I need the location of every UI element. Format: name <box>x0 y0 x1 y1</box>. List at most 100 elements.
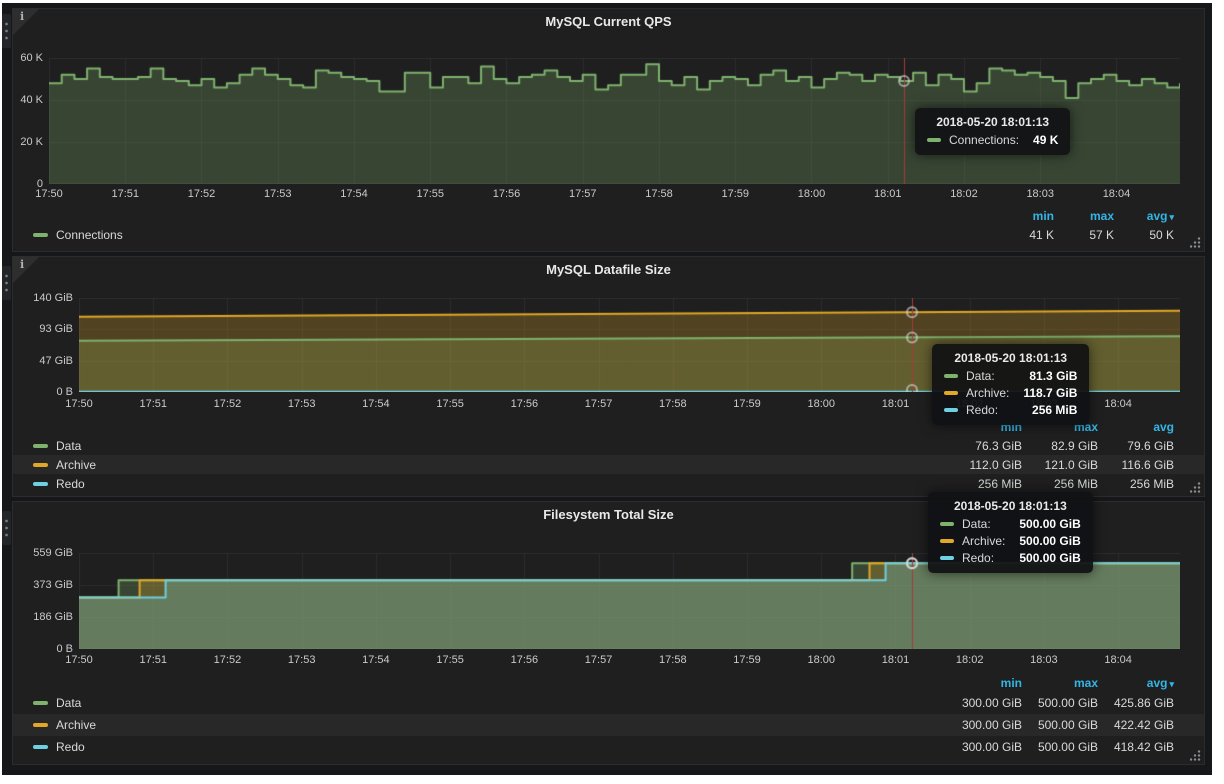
x-tick-label: 17:59 <box>713 187 757 201</box>
series-color-dash-icon <box>33 745 48 749</box>
panel-drag-handle[interactable] <box>2 511 11 545</box>
x-tick-label: 18:04 <box>1096 653 1140 667</box>
legend-series-label: Archive <box>56 718 96 732</box>
tooltip-series-label: Archive: <box>962 534 1005 548</box>
legend-stat-value: 300.00 GiB <box>946 696 1022 710</box>
x-tick-label: 17:51 <box>103 187 147 201</box>
tooltip-timestamp: 2018-05-20 18:01:13 <box>940 499 1081 513</box>
x-tick-label: 17:53 <box>280 653 324 667</box>
tooltip-series-value: 500.00 GiB <box>1019 517 1080 531</box>
tooltip-timestamp: 2018-05-20 18:01:13 <box>927 115 1058 129</box>
x-tick-label: 17:56 <box>484 187 528 201</box>
legend: minmaxavg▾Data300.00 GiB500.00 GiB425.86… <box>13 674 1204 758</box>
legend-series-toggle[interactable]: Data <box>13 439 81 453</box>
legend-series-toggle[interactable]: Archive <box>13 718 96 732</box>
legend-stat-value: 425.86 GiB <box>1098 696 1174 710</box>
x-tick-label: 17:51 <box>131 653 175 667</box>
tooltip-series-value: 118.7 GiB <box>1023 386 1077 400</box>
series-color-dash-icon <box>944 408 958 412</box>
x-tick-label: 17:54 <box>354 653 398 667</box>
x-tick-label: 17:55 <box>428 653 472 667</box>
legend-series-label: Data <box>56 439 81 453</box>
y-tick-label: 373 GiB <box>13 578 73 592</box>
tooltip-series-row: Redo:256 MiB <box>944 403 1077 417</box>
y-tick-label: 60 K <box>13 51 43 65</box>
tooltip-series-label: Redo: <box>966 403 998 417</box>
y-tick-label: 93 GiB <box>13 322 73 336</box>
tooltip-qps: 2018-05-20 18:01:13 Connections:49 K <box>915 108 1070 155</box>
legend-stat-sort-max[interactable]: max <box>1022 674 1098 692</box>
legend-stat-sort-max[interactable]: max <box>1054 207 1114 225</box>
y-tick-label: 186 GiB <box>13 610 73 624</box>
legend-stat-sort-min[interactable]: min <box>946 674 1022 692</box>
legend-stat-sort-min[interactable]: min <box>994 207 1054 225</box>
legend-stat-value: 79.6 GiB <box>1098 439 1174 453</box>
series-color-dash-icon <box>944 374 958 378</box>
legend-series-toggle[interactable]: Redo <box>13 477 85 491</box>
x-tick-label: 18:01 <box>866 187 910 201</box>
legend-stat-value: 500.00 GiB <box>1022 696 1098 710</box>
tooltip-datafile-size: 2018-05-20 18:01:13 Data:81.3 GiBArchive… <box>932 344 1089 425</box>
x-tick-label: 18:03 <box>1022 653 1066 667</box>
legend-series-toggle[interactable]: Archive <box>13 458 96 472</box>
panel-title[interactable]: MySQL Datafile Size <box>13 262 1204 277</box>
tooltip-series-row: Data:81.3 GiB <box>944 369 1077 383</box>
legend-series-toggle[interactable]: Redo <box>13 740 85 754</box>
legend-stat-value: 76.3 GiB <box>946 439 1022 453</box>
legend-stat-value: 422.42 GiB <box>1098 718 1174 732</box>
tooltip-timestamp: 2018-05-20 18:01:13 <box>944 351 1077 365</box>
legend-stat-value: 41 K <box>994 228 1054 242</box>
legend-stat-sort-avg[interactable]: avg▾ <box>1114 207 1174 225</box>
legend-stat-value: 82.9 GiB <box>1022 439 1098 453</box>
x-tick-label: 18:00 <box>799 397 843 411</box>
legend-stat-sort-avg[interactable]: avg <box>1098 418 1174 436</box>
legend-stat-value: 418.42 GiB <box>1098 740 1174 754</box>
legend-stat-value: 500.00 GiB <box>1022 740 1098 754</box>
series-color-dash-icon <box>940 556 954 560</box>
legend-stat-value: 500.00 GiB <box>1022 718 1098 732</box>
x-tick-label: 17:50 <box>57 397 101 411</box>
panel-drag-handle[interactable] <box>2 266 11 300</box>
x-tick-label: 18:02 <box>942 187 986 201</box>
x-tick-label: 17:56 <box>502 397 546 411</box>
panel-resize-handle[interactable] <box>1190 482 1201 493</box>
legend-stat-value: 57 K <box>1054 228 1114 242</box>
legend-series-label: Redo <box>56 740 85 754</box>
tooltip-series-row: Redo:500.00 GiB <box>940 551 1081 565</box>
series-color-dash-icon <box>33 701 48 705</box>
x-tick-label: 17:57 <box>577 397 621 411</box>
x-tick-label: 17:53 <box>256 187 300 201</box>
legend-series-toggle[interactable]: Data <box>13 696 81 710</box>
series-color-dash-icon <box>33 482 48 486</box>
series-color-dash-icon <box>940 539 954 543</box>
panel-resize-handle[interactable] <box>1190 750 1201 761</box>
series-color-dash-icon <box>33 233 48 237</box>
legend-stats-header: minmaxavg▾ <box>13 207 1204 225</box>
panel-drag-handle[interactable] <box>2 14 11 48</box>
legend-series-toggle[interactable]: Connections <box>13 228 123 242</box>
x-tick-label: 17:50 <box>27 187 71 201</box>
y-tick-label: 140 GiB <box>13 291 73 305</box>
x-tick-label: 17:52 <box>205 397 249 411</box>
legend-row: Archive112.0 GiB121.0 GiB116.6 GiB <box>13 455 1204 474</box>
legend-row: Archive300.00 GiB500.00 GiB422.42 GiB <box>13 714 1204 736</box>
series-color-dash-icon <box>944 391 958 395</box>
legend-stat-value: 300.00 GiB <box>946 740 1022 754</box>
x-tick-label: 18:02 <box>948 653 992 667</box>
series-color-dash-icon <box>927 138 941 142</box>
tooltip-series-value: 500.00 GiB <box>1019 534 1080 548</box>
x-tick-label: 18:04 <box>1096 397 1140 411</box>
x-tick-label: 18:00 <box>789 187 833 201</box>
legend-series-label: Connections <box>56 228 123 242</box>
tooltip-series-value: 49 K <box>1033 133 1058 147</box>
panel-title[interactable]: MySQL Current QPS <box>13 14 1204 29</box>
legend-stat-sort-avg[interactable]: avg▾ <box>1098 674 1174 692</box>
tooltip-series-value: 81.3 GiB <box>1029 369 1077 383</box>
legend: minmaxavg▾Connections41 K57 K50 K <box>13 207 1204 245</box>
legend-stat-value: 116.6 GiB <box>1098 458 1174 472</box>
x-tick-label: 18:03 <box>1018 187 1062 201</box>
tooltip-series-row: Connections:49 K <box>927 133 1058 147</box>
panel-resize-handle[interactable] <box>1190 237 1201 248</box>
x-tick-label: 17:55 <box>428 397 472 411</box>
x-tick-label: 17:58 <box>651 653 695 667</box>
